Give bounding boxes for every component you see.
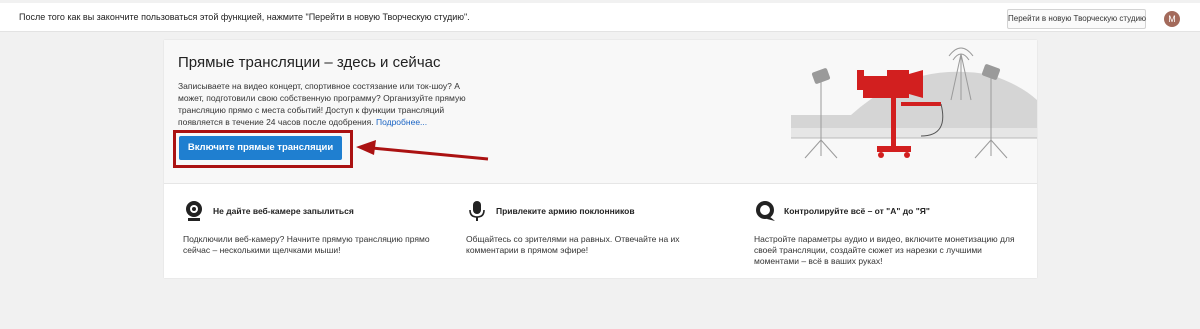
feature-webcam-title: Не дайте веб-камере запылиться xyxy=(213,206,354,216)
page-title: Прямые трансляции – здесь и сейчас xyxy=(178,54,441,71)
feature-webcam-description: Подключили веб-камеру? Начните прямую тр… xyxy=(183,234,430,255)
enable-live-streaming-button[interactable]: Включите прямые трансляции xyxy=(179,136,342,160)
avatar[interactable]: М xyxy=(1164,11,1180,27)
notice-text: После того как вы закончите пользоваться… xyxy=(19,12,470,22)
go-to-new-studio-button[interactable]: Перейти в новую Творческую студию xyxy=(1007,9,1146,29)
live-streaming-card: Прямые трансляции – здесь и сейчас Запис… xyxy=(164,40,1037,278)
feature-audience-title: Привлеките армию поклонников xyxy=(496,206,635,216)
learn-more-link[interactable]: Подробнее... xyxy=(376,117,427,127)
pointer-arrow-icon xyxy=(356,140,489,161)
microphone-icon xyxy=(469,201,485,221)
webcam-icon xyxy=(186,201,202,221)
top-notice-bar: После того как вы закончите пользоваться… xyxy=(0,3,1200,32)
broadcast-camera-illustration xyxy=(791,47,1037,159)
hero-section: Прямые трансляции – здесь и сейчас Запис… xyxy=(164,40,1037,184)
chat-bubble-icon xyxy=(756,201,775,221)
feature-control-description: Настройте параметры аудио и видео, включ… xyxy=(754,234,1015,266)
hero-description: Записываете на видео концерт, спортивное… xyxy=(178,80,468,128)
feature-control-title: Контролируйте всё – от "А" до "Я" xyxy=(784,206,930,216)
feature-audience-description: Общайтесь со зрителями на равных. Отвеча… xyxy=(466,234,680,255)
